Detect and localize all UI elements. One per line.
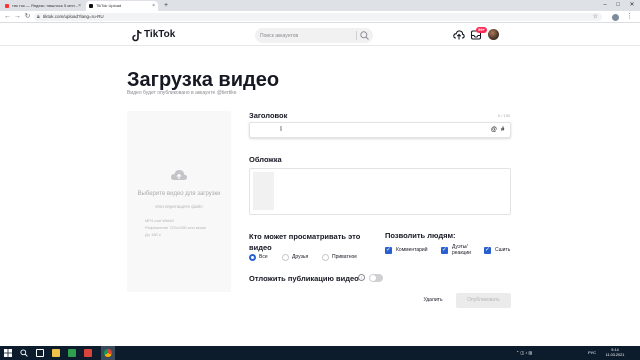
clock-date: 11.03.2021 xyxy=(605,353,625,357)
maximize-button[interactable]: □ xyxy=(612,0,624,11)
post-button[interactable]: Опубликовать xyxy=(456,293,511,308)
radio-label: Друзья xyxy=(292,254,309,260)
cover-thumbnail[interactable] xyxy=(253,172,274,210)
radio-label: Все xyxy=(259,254,268,260)
cover-label: Обложка xyxy=(249,155,282,164)
privacy-label: Кто может просматривать это видео xyxy=(249,232,361,252)
tab-title: тик ток — Яндекс: нашлось 5 млн… xyxy=(12,3,79,8)
allow-label: Позволить людям: xyxy=(385,231,456,240)
close-window-button[interactable]: ✕ xyxy=(626,0,638,11)
bookmark-star-icon[interactable]: ☆ xyxy=(593,13,598,21)
page-title: Загрузка видео xyxy=(127,69,280,91)
search-input[interactable] xyxy=(260,28,355,43)
lock-icon[interactable]: 🔒︎ xyxy=(37,14,40,20)
minimize-button[interactable]: – xyxy=(599,0,611,11)
tiktok-favicon-icon xyxy=(89,4,93,8)
new-tab-button[interactable]: + xyxy=(164,1,168,10)
tray-icons[interactable]: ⌃ ◫ ♪ ▥ xyxy=(516,346,532,360)
tab-tiktok-upload[interactable]: TikTok Upload × xyxy=(86,1,158,11)
search-bar xyxy=(255,28,373,43)
list-item: MP4 или WebM xyxy=(145,218,174,223)
checkbox-label: Сшить xyxy=(495,247,511,253)
browser-tab-strip: тик ток — Яндекс: нашлось 5 млн… × TikTo… xyxy=(0,0,640,11)
os-taskbar: ⌃ ◫ ♪ ▥ РУС 9:14 11.03.2021 xyxy=(0,346,640,360)
checkmark-icon: ✓ xyxy=(441,247,448,254)
radio-icon xyxy=(282,254,289,261)
taskbar-app-green-icon[interactable] xyxy=(68,349,76,357)
tab-title: TikTok Upload xyxy=(96,3,122,8)
checkbox-label: Комментарий xyxy=(396,247,428,253)
text-cursor-icon: I xyxy=(280,126,282,133)
mention-icon[interactable]: @ xyxy=(491,127,497,134)
tab-close-icon[interactable]: × xyxy=(152,1,155,11)
back-icon[interactable]: ← xyxy=(3,12,12,22)
schedule-toggle[interactable] xyxy=(369,274,383,282)
keyboard-language[interactable]: РУС xyxy=(588,346,596,360)
radio-icon xyxy=(249,254,256,261)
tiktok-note-icon xyxy=(132,30,142,42)
dropzone-subtitle: Или перетащите файл xyxy=(155,204,203,209)
schedule-label: Отложить публикацию видео xyxy=(249,274,359,283)
browser-menu-icon[interactable]: ⋮ xyxy=(626,12,633,22)
page-subtitle: Видео будет опубликовано в аккаунте @tie… xyxy=(127,90,237,96)
reload-icon[interactable]: ↻ xyxy=(23,12,32,22)
dropzone-title: Выберите видео для загрузки xyxy=(137,191,221,197)
url-field[interactable]: 🔒︎ tiktok.com/upload?lang=ru-RU ☆ xyxy=(34,13,602,21)
browser-profile-avatar[interactable] xyxy=(612,14,619,21)
caption-input[interactable] xyxy=(254,125,484,136)
url-text: tiktok.com/upload?lang=ru-RU xyxy=(43,14,104,19)
info-icon[interactable]: i xyxy=(358,274,365,281)
tab-yandex[interactable]: тик ток — Яндекс: нашлось 5 млн… × xyxy=(2,1,84,11)
radio-icon xyxy=(322,254,329,261)
task-view-icon[interactable] xyxy=(36,349,44,357)
taskbar-app-red-icon[interactable] xyxy=(84,349,92,357)
video-dropzone[interactable]: Выберите видео для загрузки Или перетащи… xyxy=(127,111,231,292)
checkmark-icon: ✓ xyxy=(484,247,491,254)
address-bar-row: ← → ↻ 🔒︎ tiktok.com/upload?lang=ru-RU ☆ … xyxy=(0,11,640,23)
windows-start-icon[interactable] xyxy=(4,349,12,357)
list-item: Разрешение 720x1280 или выше xyxy=(145,225,207,230)
caption-field: @ # xyxy=(249,122,511,138)
taskbar-clock[interactable]: 9:14 11.03.2021 xyxy=(602,348,628,358)
yandex-favicon-icon xyxy=(5,4,9,8)
checkmark-icon: ✓ xyxy=(385,247,392,254)
radio-label: Приватное xyxy=(332,254,358,260)
inbox-badge: 99+ xyxy=(476,27,487,33)
tiktok-header: TikTok 99+ xyxy=(0,24,640,46)
upload-cloud-icon xyxy=(170,169,188,180)
chrome-icon[interactable] xyxy=(104,349,112,357)
discard-button[interactable]: Удалить xyxy=(411,293,455,308)
tiktok-logo[interactable]: TikTok xyxy=(132,29,175,42)
dropzone-requirements: MP4 или WebM Разрешение 720x1280 или выш… xyxy=(145,217,206,238)
search-divider xyxy=(356,31,357,40)
hashtag-icon[interactable]: # xyxy=(501,127,504,134)
caption-label: Заголовок xyxy=(249,111,288,120)
list-item: До 180 с xyxy=(145,232,161,237)
file-explorer-icon[interactable] xyxy=(52,349,60,357)
cover-selector[interactable] xyxy=(249,168,511,215)
forward-icon[interactable]: → xyxy=(13,12,22,22)
upload-cloud-icon[interactable] xyxy=(453,29,465,41)
checkbox-label: Дуэты/реакции xyxy=(452,244,471,256)
avatar[interactable] xyxy=(488,29,499,40)
tab-close-icon[interactable]: × xyxy=(78,1,81,11)
logo-wordmark: TikTok xyxy=(144,29,176,40)
search-icon[interactable] xyxy=(359,30,370,41)
caption-counter: 0 / 150 xyxy=(498,113,511,118)
toggle-knob xyxy=(370,275,376,281)
search-icon[interactable] xyxy=(20,349,28,357)
